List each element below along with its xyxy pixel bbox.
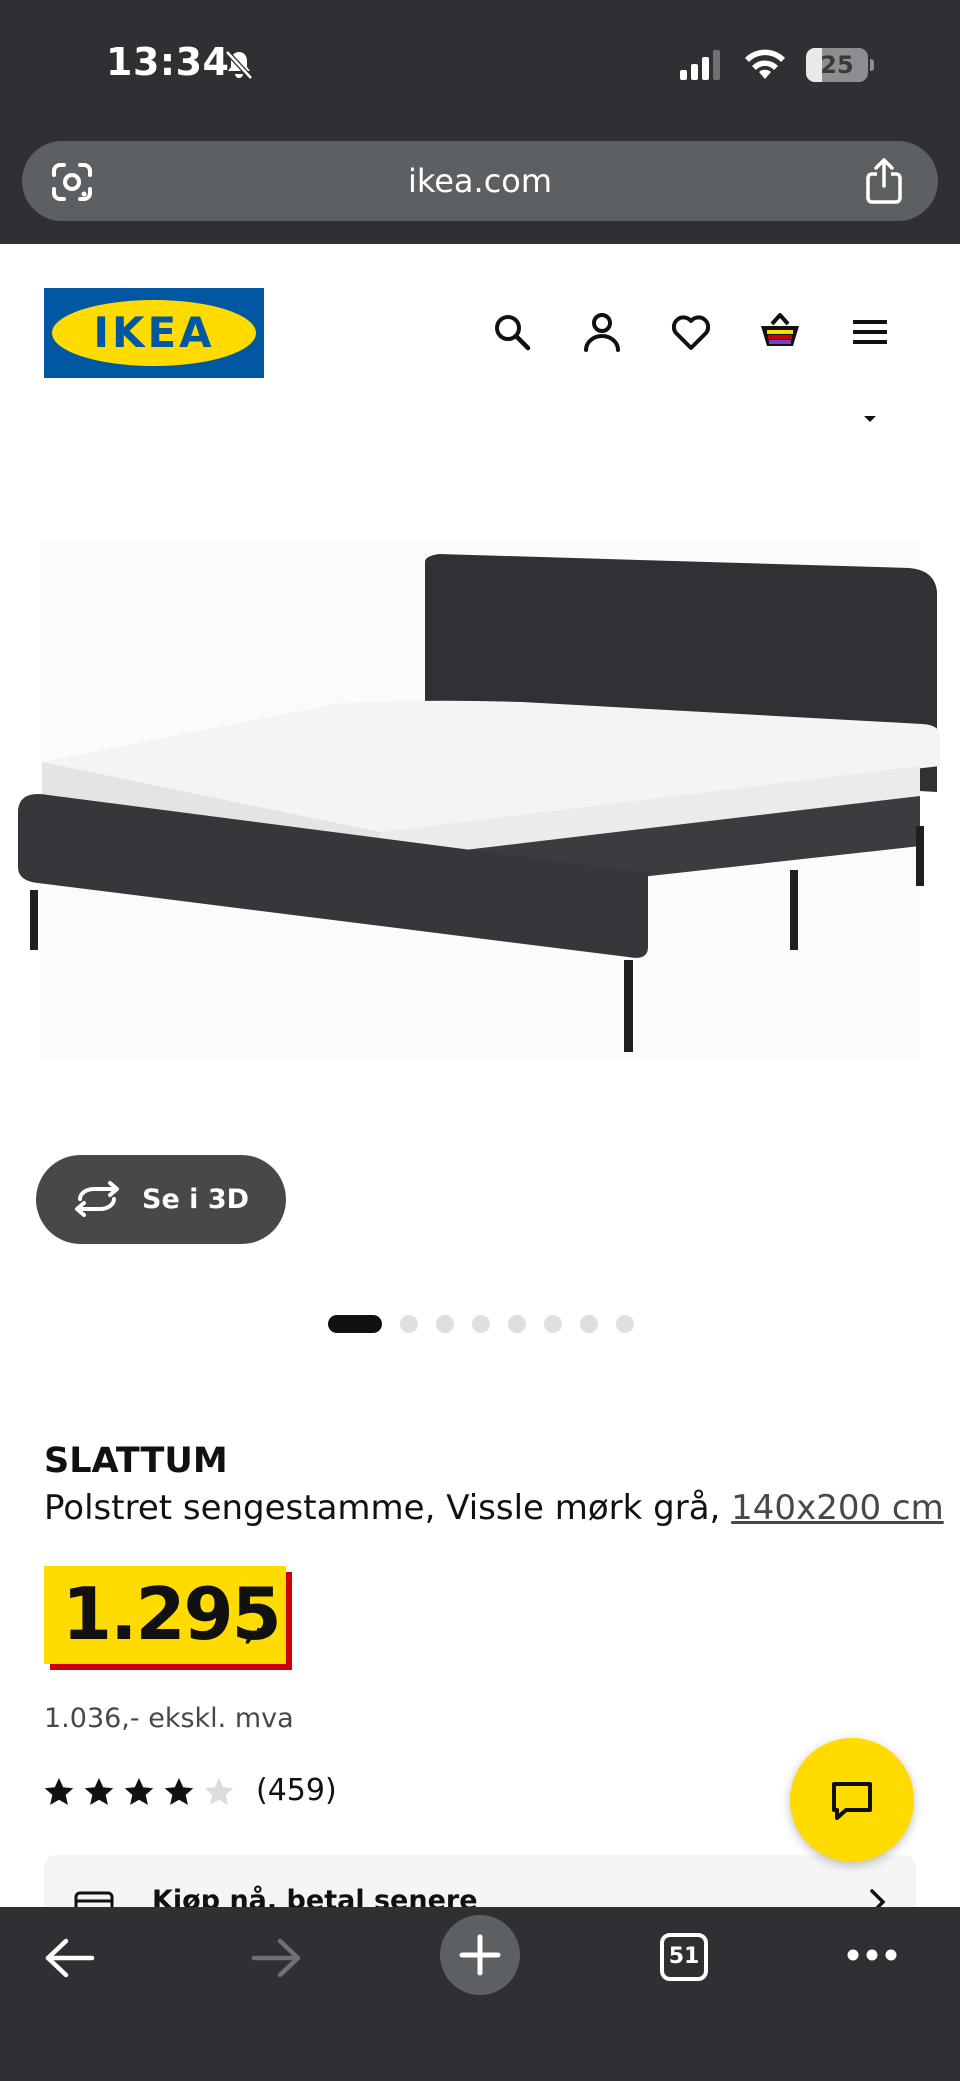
tab-switcher-button[interactable]: 51 — [660, 1933, 708, 1981]
product-description: Polstret sengestamme, Vissle mørk grå, 1… — [44, 1488, 944, 1528]
chat-icon — [832, 1782, 872, 1820]
cart-icon[interactable] — [758, 310, 802, 354]
product-size-link[interactable]: 140x200 cm — [731, 1488, 944, 1528]
battery-indicator: 25 — [806, 48, 874, 82]
pay-later-banner[interactable]: Kjøp nå, betal senere — [44, 1855, 916, 1915]
price-tag: 1.295 ,- — [44, 1566, 292, 1670]
battery-level: 25 — [820, 51, 854, 79]
new-tab-button[interactable] — [440, 1915, 520, 1995]
carousel-dot[interactable] — [580, 1315, 598, 1333]
carousel-dot[interactable] — [472, 1315, 490, 1333]
back-arrow-icon[interactable] — [44, 1937, 96, 1979]
view-3d-label: Se i 3D — [142, 1184, 250, 1215]
site-header: IKEA — [0, 244, 960, 404]
menu-icon[interactable] — [848, 310, 892, 354]
url-text: ikea.com — [407, 162, 553, 200]
product-image[interactable] — [0, 540, 960, 1060]
heart-icon[interactable] — [669, 310, 713, 354]
carousel-dot[interactable] — [508, 1315, 526, 1333]
star-filled-icon — [44, 1778, 74, 1805]
product-name: SLATTUM — [44, 1441, 228, 1481]
account-icon[interactable] — [580, 310, 624, 354]
signal-icon — [680, 50, 720, 80]
price-suffix: ,- — [244, 1612, 268, 1647]
price-excl-vat: 1.036,- ekskl. mva — [44, 1703, 294, 1734]
forward-arrow-icon[interactable] — [250, 1937, 302, 1979]
rotate-3d-icon — [75, 1181, 119, 1217]
star-filled-icon — [124, 1778, 154, 1805]
carousel-dot[interactable] — [436, 1315, 454, 1333]
share-icon[interactable] — [864, 158, 904, 204]
chevron-down-icon — [864, 416, 876, 422]
status-time: 13:34 — [106, 40, 230, 84]
carousel-dot[interactable] — [328, 1315, 382, 1333]
search-icon[interactable] — [490, 310, 534, 354]
more-options-icon[interactable] — [846, 1947, 898, 1963]
wifi-icon — [745, 49, 785, 79]
chat-button[interactable] — [790, 1738, 914, 1862]
carousel-dot[interactable] — [544, 1315, 562, 1333]
star-filled-icon — [164, 1778, 194, 1805]
plus-icon — [459, 1934, 501, 1976]
browser-top-bar: 13:34 25 ikea.com — [0, 0, 960, 244]
ikea-logo[interactable]: IKEA — [44, 288, 264, 378]
carousel-dot[interactable] — [400, 1315, 418, 1333]
rating-count: (459) — [256, 1773, 337, 1808]
address-bar[interactable]: ikea.com — [22, 141, 938, 221]
carousel-dot[interactable] — [616, 1315, 634, 1333]
view-3d-button[interactable]: Se i 3D — [36, 1155, 286, 1244]
tab-count: 51 — [668, 1944, 700, 1969]
star-empty-icon — [204, 1778, 234, 1805]
star-filled-icon — [84, 1778, 114, 1805]
browser-bottom-toolbar: 51 — [0, 1907, 960, 2081]
bell-muted-icon — [225, 50, 253, 80]
